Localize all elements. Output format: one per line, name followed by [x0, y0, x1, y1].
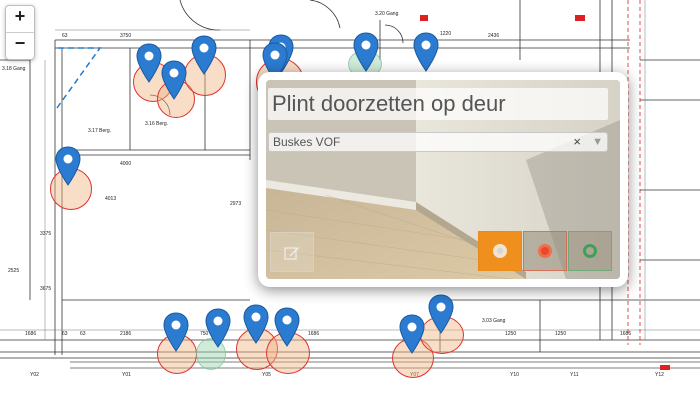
room-label: Y05 [262, 372, 271, 378]
dropdown-arrow-icon[interactable]: ▼ [592, 133, 603, 151]
room-label: Y10 [510, 372, 519, 378]
dim-label: 1686 [620, 331, 631, 337]
map-marker-icon[interactable] [163, 312, 189, 352]
circle-icon [493, 244, 507, 258]
map-marker-icon[interactable] [399, 314, 425, 354]
status-done-button[interactable] [568, 231, 612, 271]
map-marker-icon[interactable] [353, 32, 379, 72]
edit-button[interactable] [270, 232, 314, 272]
dim-label: 1220 [440, 31, 451, 37]
edit-icon [284, 247, 299, 260]
dim-label: 3750 [120, 33, 131, 39]
room-label: 3.17 Berg. [88, 128, 111, 134]
map-marker-icon[interactable] [274, 307, 300, 347]
dim-label: 2973 [230, 201, 241, 207]
dim-label: 1686 [308, 331, 319, 337]
circle-icon [538, 244, 552, 258]
room-label: 3.16 Berg. [145, 121, 168, 127]
dim-label: 2186 [120, 331, 131, 337]
dim-label: 1250 [505, 331, 516, 337]
room-label: 3.20 Gang [375, 11, 399, 17]
dim-label: 2436 [488, 33, 499, 39]
zoom-control: + − [5, 5, 35, 60]
dim-label: 63 [80, 331, 86, 337]
dim-label: 3675 [40, 286, 51, 292]
dim-label: 1250 [555, 331, 566, 337]
map-marker-icon[interactable] [428, 294, 454, 334]
room-label: 3.18 Gang [2, 66, 26, 72]
dim-label: 63 [62, 33, 68, 39]
map-marker-icon[interactable] [55, 146, 81, 186]
room-label: 3.03 Gang [482, 318, 506, 324]
dim-label: 4013 [105, 196, 116, 202]
issue-popup: Buskes VOF × ▼ [258, 72, 628, 287]
zoom-in-button[interactable]: + [6, 6, 34, 32]
dim-label: 2525 [8, 268, 19, 274]
dim-label: 4000 [120, 161, 131, 167]
assignee-select[interactable]: Buskes VOF × ▼ [268, 132, 608, 152]
room-label: Y02 [30, 372, 39, 378]
map-marker-icon[interactable] [205, 308, 231, 348]
status-open-button[interactable] [478, 231, 522, 271]
map-marker-icon[interactable] [413, 32, 439, 72]
map-marker-icon[interactable] [191, 35, 217, 75]
map-marker-icon[interactable] [243, 304, 269, 344]
dim-label: 63 [62, 331, 68, 337]
issue-title-input[interactable] [268, 88, 608, 120]
dim-label: 1686 [25, 331, 36, 337]
clear-assignee-icon[interactable]: × [573, 133, 581, 151]
circle-icon [583, 244, 597, 258]
map-marker-icon[interactable] [136, 43, 162, 83]
assignee-value: Buskes VOF [273, 135, 341, 149]
room-label: Y11 [570, 372, 579, 378]
map-marker-icon[interactable] [161, 60, 187, 100]
status-in-progress-button[interactable] [523, 231, 567, 271]
zoom-out-button[interactable]: − [6, 32, 34, 59]
room-label: Y12 [655, 372, 664, 378]
room-label: Y01 [122, 372, 131, 378]
dim-label: 3375 [40, 231, 51, 237]
